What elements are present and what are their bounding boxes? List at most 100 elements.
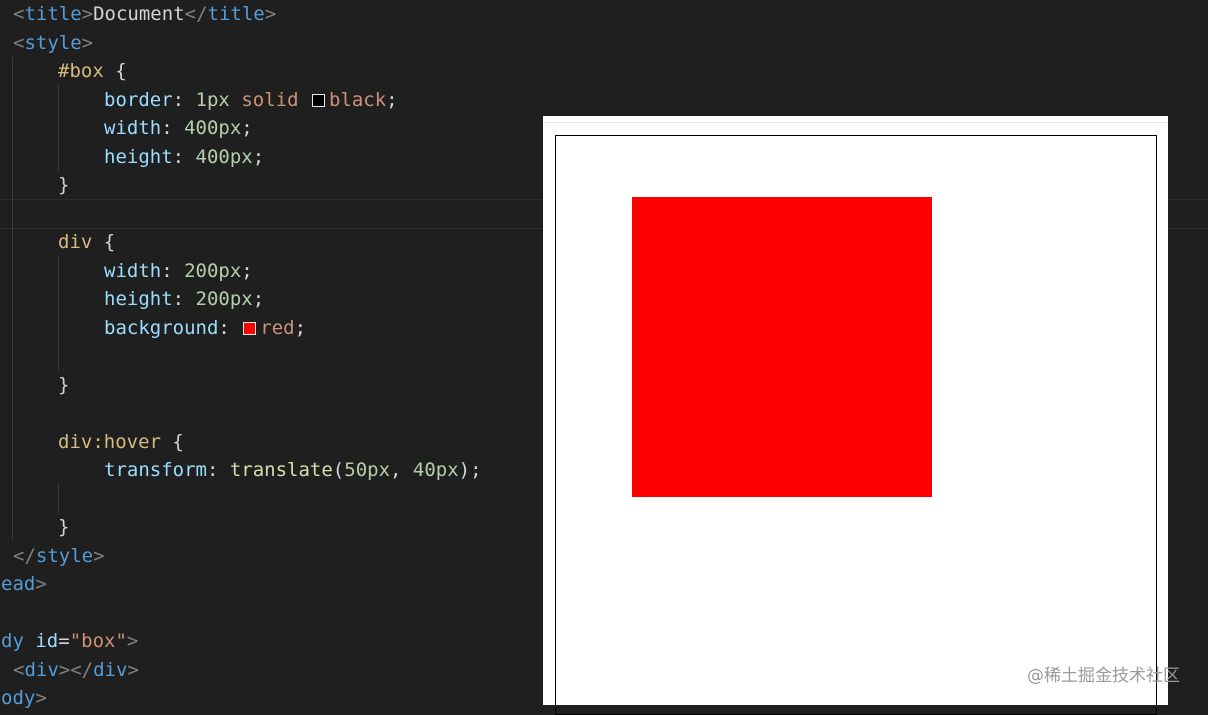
tag-name: title (207, 3, 265, 25)
tag-name: ody (1, 687, 36, 709)
semicolon: ; (252, 145, 265, 168)
color-swatch-black[interactable] (311, 93, 325, 107)
tag-bracket: < (13, 658, 25, 681)
code-line[interactable]: height: 200px; (104, 285, 264, 314)
color-swatch-red[interactable] (243, 321, 257, 335)
code-line[interactable]: #box { (58, 57, 127, 86)
equals: = (58, 630, 70, 652)
tag-bracket: > (264, 3, 277, 25)
css-value: black (328, 88, 387, 111)
indent-guide (58, 85, 59, 171)
code-line[interactable]: ody> (1, 684, 47, 713)
semicolon: ; (241, 117, 253, 139)
colon: : (161, 259, 185, 282)
code-line[interactable]: background: red; (104, 314, 306, 343)
css-property: height (104, 145, 173, 168)
tag-bracket: > (81, 3, 94, 25)
css-selector: div (58, 231, 93, 253)
semicolon: ; (241, 259, 253, 282)
colon: : (218, 316, 242, 339)
code-line[interactable]: transform: translate(50px, 40px); (104, 456, 482, 485)
code-line[interactable]: ead> (1, 570, 47, 599)
code-line[interactable]: <style> (13, 29, 93, 58)
colon: : (161, 117, 185, 139)
tag-bracket: > (127, 658, 139, 681)
semicolon: ; (386, 88, 398, 111)
colon: : (172, 288, 196, 310)
code-line[interactable]: </style> (13, 542, 105, 571)
css-property: border (104, 88, 173, 111)
tag-name: title (24, 3, 82, 25)
tag-name: style (24, 31, 82, 54)
css-value: red (260, 316, 295, 339)
indent-guide (58, 256, 59, 370)
tag-name: div (24, 658, 59, 681)
code-line[interactable]: width: 400px; (104, 114, 253, 143)
brace: { (103, 60, 127, 82)
box-element (555, 135, 1157, 715)
css-selector: #box (58, 60, 104, 82)
watermark: @稀土掘金技术社区 (1027, 666, 1180, 686)
tag-bracket: > (93, 544, 105, 567)
browser-preview (543, 116, 1168, 715)
tag-name: dy (1, 630, 24, 652)
preview-topbar (543, 116, 1168, 123)
css-property: transform (104, 459, 207, 481)
tag-bracket: ></ (58, 658, 94, 681)
text-content: Document (93, 3, 185, 25)
brace: } (58, 516, 70, 538)
paren: ( (332, 459, 345, 481)
code-line[interactable]: } (58, 371, 69, 400)
css-property: width (104, 259, 162, 282)
comma: , (390, 459, 413, 481)
red-square[interactable] (632, 197, 932, 497)
semicolon: ; (294, 316, 307, 339)
code-line[interactable]: } (58, 513, 69, 542)
code-line[interactable]: <title>Document</title> (13, 0, 276, 29)
code-line[interactable]: <div></div> (13, 656, 139, 685)
brace: } (58, 373, 70, 396)
brace: { (92, 231, 116, 253)
html-string: "box" (69, 630, 127, 652)
indent-guide (58, 484, 59, 513)
css-selector: div:hover (58, 430, 161, 453)
html-attribute: id (35, 630, 59, 652)
css-number: 200px (195, 288, 253, 310)
tag-name: div (93, 658, 128, 681)
code-line[interactable]: height: 400px; (104, 143, 264, 172)
colon: : (172, 145, 196, 168)
tag-bracket: > (35, 573, 47, 595)
code-line[interactable]: dy id="box"> (1, 627, 138, 656)
code-line[interactable]: div { (58, 228, 115, 257)
css-number: 40px (412, 459, 459, 481)
code-line[interactable]: width: 200px; (104, 257, 253, 286)
tag-name: ead (1, 573, 36, 595)
tag-bracket: > (81, 31, 94, 54)
code-line[interactable]: border: 1px solid black; (104, 86, 398, 115)
brace: } (58, 174, 70, 196)
semicolon: ; (252, 288, 265, 310)
css-number: 200px (184, 259, 242, 282)
tag-bracket: </ (13, 544, 36, 567)
semicolon: ; (470, 459, 482, 481)
tag-bracket: < (13, 3, 25, 25)
tag-bracket: > (35, 687, 47, 709)
code-line[interactable]: } (58, 171, 69, 200)
css-value: solid (241, 88, 299, 111)
indent-guide (12, 57, 13, 540)
css-property: width (104, 117, 162, 139)
css-function: translate (229, 459, 333, 481)
css-number: 1px (195, 88, 230, 111)
paren: ) (458, 459, 471, 481)
css-number: 400px (184, 117, 242, 139)
colon: : (172, 88, 196, 111)
css-property: height (104, 288, 173, 310)
brace: { (160, 430, 184, 453)
code-line[interactable]: div:hover { (58, 428, 184, 457)
tag-bracket: </ (184, 3, 208, 25)
css-property: background (104, 316, 219, 339)
tag-bracket: > (126, 630, 139, 652)
